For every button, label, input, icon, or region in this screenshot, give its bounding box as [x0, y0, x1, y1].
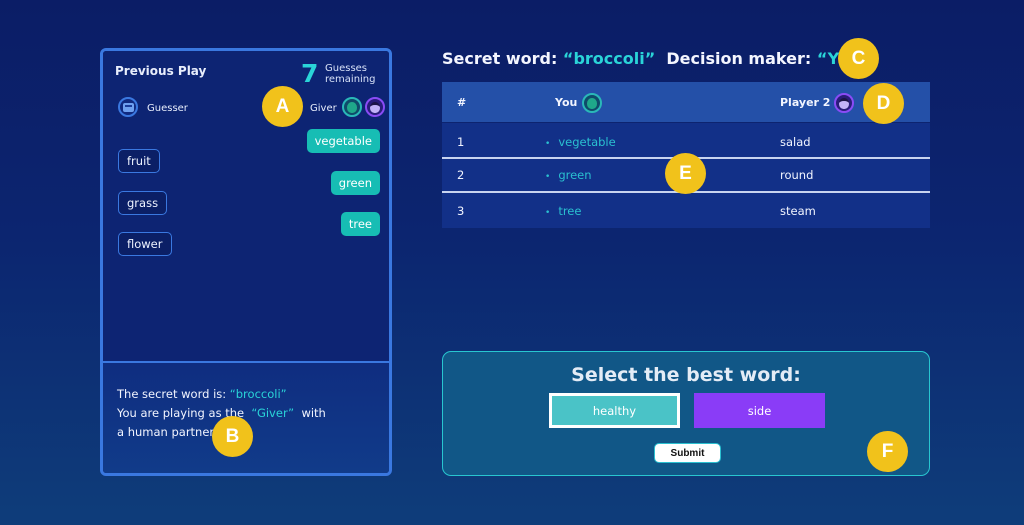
table-header: # You Player 2 [442, 82, 930, 123]
guesses-remaining-count: 7 [301, 59, 319, 88]
secret-word-label: Secret word: [442, 49, 558, 68]
row-player2-word: round [780, 168, 814, 182]
previous-play-panel: Previous Play 7 Guesses remaining Guesse… [100, 48, 392, 476]
row-you-word: green [545, 168, 591, 182]
panel-title: Previous Play [115, 64, 207, 78]
row-number: 2 [457, 168, 465, 182]
info-label: The secret word is: [117, 387, 227, 401]
row-player2-word: salad [780, 135, 811, 149]
guesses-label-line2: remaining [325, 74, 376, 85]
row-you-word: tree [545, 204, 581, 218]
table-row: 3 tree steam [442, 191, 930, 225]
partner-info: a human partner [117, 425, 215, 439]
annotation-marker-a: A [262, 86, 303, 127]
annotation-marker-b: B [212, 416, 253, 457]
guesses-remaining-label: Guesses remaining [325, 63, 376, 85]
option-healthy-button[interactable]: healthy [549, 393, 680, 428]
guesses-label-line1: Guesses [325, 63, 368, 74]
word-selection-panel: Select the best word: healthy side Submi… [442, 351, 930, 476]
secret-word-info: The secret word is: “broccoli” [117, 387, 287, 401]
column-header-you: You [555, 96, 578, 109]
column-header-number: # [457, 96, 467, 109]
row-number: 1 [457, 135, 465, 149]
guesser-label: Guesser [147, 103, 188, 114]
you-avatar-icon [582, 93, 602, 113]
annotation-marker-f: F [867, 431, 908, 472]
guesser-robot-avatar-icon [118, 97, 138, 117]
info-role: “Giver” [251, 406, 295, 420]
guesser-word-chip: grass [118, 191, 168, 215]
giver-clue-chip: green [330, 171, 380, 195]
you-avatar-icon [342, 97, 362, 117]
guesser-word-chip: fruit [118, 149, 160, 173]
player2-avatar-icon [834, 93, 854, 113]
info-secret-word: “broccoli” [229, 387, 287, 401]
submit-button[interactable]: Submit [654, 443, 721, 463]
decision-maker-label: Decision maker: [666, 49, 812, 68]
row-number: 3 [457, 204, 465, 218]
guesser-word-chip: flower [118, 232, 172, 256]
selection-title: Select the best word: [571, 364, 801, 386]
row-you-word: vegetable [545, 135, 615, 149]
row-player2-word: steam [780, 204, 816, 218]
info-label: with [301, 406, 326, 420]
giver-clue-chip: tree [340, 212, 380, 236]
annotation-marker-e: E [665, 153, 706, 194]
annotation-marker-d: D [863, 83, 904, 124]
game-status-header: Secret word: “broccoli” Decision maker: … [442, 49, 871, 68]
option-side-button[interactable]: side [694, 393, 825, 428]
player2-avatar-icon [365, 97, 385, 117]
annotation-marker-c: C [838, 38, 879, 79]
column-header-player2: Player 2 [780, 96, 831, 109]
secret-word-value: “broccoli” [562, 49, 656, 68]
giver-label: Giver [310, 103, 337, 114]
giver-clue-chip: vegetable [306, 129, 380, 153]
